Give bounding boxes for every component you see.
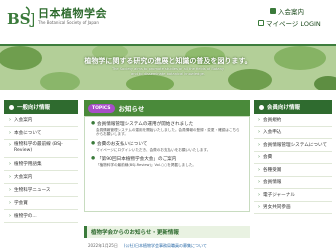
member-item-label: 会員規約 (263, 117, 282, 123)
topics-badge: TOPICS (88, 103, 115, 113)
chevron-right-icon: › (9, 117, 11, 123)
topic-item[interactable]: ● 会員情報管理システムの運用が開始されました (91, 121, 243, 127)
topic-title: 会費のお支払いについて (97, 141, 148, 147)
chevron-right-icon: › (258, 129, 260, 136)
member-item-info[interactable]: › 会員情報 (254, 177, 332, 189)
member-item-fees[interactable]: › 会費 (254, 152, 332, 164)
sidebar-item-more[interactable]: › 植物学の... (4, 210, 78, 223)
member-info-heading: 会員向け情報 (254, 100, 332, 114)
sidebar-item-label: 植物学用語集 (14, 162, 42, 167)
chevron-right-icon: › (258, 116, 260, 123)
member-info-sidebar: 会員向け情報 › 会員規約 › 入会申込 › 会員情報管理システムについて › 会費 ›… (254, 100, 332, 214)
chevron-right-icon: › (258, 191, 260, 198)
chevron-right-icon: › (258, 179, 260, 186)
nav-mypage-label: マイページ LOGIN (266, 20, 321, 28)
bullet-icon: ● (91, 140, 96, 146)
member-item-label: 会費 (263, 155, 273, 161)
hero-banner: 植物学に関する研究の進展と知識の普及を図ります。 The Society aim… (0, 46, 336, 90)
general-info-sidebar: 一般向け情報 › 入会案内 › 本会について › 植物科学の最前線 (BSJ-Revi… (4, 100, 78, 223)
topic-item[interactable]: ● 会費のお支払いについて (91, 141, 243, 147)
topics-list: ● 会員情報管理システムの運用が開始されました 会員情報管理システムの運用を開始い… (84, 116, 250, 212)
chevron-right-icon: › (9, 174, 11, 180)
nav-join[interactable]: 入会案内 (270, 6, 304, 16)
site-subtitle: The Botanical Society of Japan (38, 20, 99, 25)
nav-mypage-login[interactable]: マイページ LOGIN (258, 18, 321, 28)
member-item-apply[interactable]: › 入会申込 (254, 127, 332, 139)
chevron-right-icon: › (9, 200, 11, 206)
news-row[interactable]: 2022年1月25日 (公社)日本植物学会事務局職員の募集について (84, 240, 250, 252)
sidebar-item-about[interactable]: › 本会について (4, 127, 78, 140)
sidebar-item-label: 大会案内 (14, 175, 33, 180)
site-header: BSJ 日本植物学会 The Botanical Society of Japa… (0, 0, 336, 44)
news-heading: 植物学会からのお知らせ・更新情報 (84, 226, 250, 238)
hero-subtitle-2: and to disseminate botanical knowledge. (131, 72, 205, 76)
chevron-right-icon: › (258, 166, 260, 173)
logo-mark-text: BSJ (7, 10, 34, 28)
member-item-prizes[interactable]: › 各種受賞 (254, 164, 332, 177)
news-link[interactable]: (公社)日本植物学会事務局職員の募集について (124, 243, 207, 249)
bsj-logo[interactable]: BSJ (6, 4, 34, 30)
chevron-right-icon: › (258, 204, 260, 211)
topic-item[interactable]: ● 「第90回日本植物学会大会」のご案内 (91, 156, 243, 162)
sidebar-item-glossary[interactable]: › 植物学用語集 (4, 158, 78, 171)
topic-summary: 会員情報管理システムの運用を開始いたしました。会員情報の登録・変更・確認はこちら… (96, 128, 240, 137)
general-info-heading: 一般向け情報 (4, 100, 78, 114)
sidebar-item-join[interactable]: › 入会案内 (4, 114, 78, 127)
bullet-icon (259, 104, 264, 110)
nav-join-label: 入会案内 (278, 8, 304, 16)
chevron-right-icon: › (9, 187, 11, 193)
member-item-label: 男女共同参画 (263, 205, 291, 211)
bullet-icon (9, 104, 14, 110)
chevron-right-icon: › (9, 130, 11, 136)
sidebar-item-bio-news[interactable]: › 生物科学ニュース (4, 184, 78, 197)
hero-title: 植物学に関する研究の進展と知識の普及を図ります。 (84, 57, 252, 65)
member-item-label: 電子ジャーナル (263, 192, 295, 198)
site-title[interactable]: 日本植物学会 (38, 5, 107, 21)
member-item-journal[interactable]: › 電子ジャーナル (254, 189, 332, 202)
sidebar-item-label: 学会賞 (14, 201, 28, 206)
news-date: 2022年1月25日 (88, 243, 118, 248)
sidebar-item-label: 植物科学の最前線 (BSJ-Review) (14, 142, 63, 153)
topic-title: 「第90回日本植物学会大会」のご案内 (97, 157, 177, 163)
member-item-label: 入会申込 (263, 130, 282, 136)
bullet-icon: ● (91, 121, 96, 126)
general-info-heading-label: 一般向け情報 (17, 105, 51, 111)
chevron-right-icon: › (9, 213, 11, 219)
member-icon (270, 8, 276, 14)
topic-title: 会員情報管理システムの運用が開始されました (97, 122, 194, 127)
member-item-system[interactable]: › 会員情報管理システムについて (254, 139, 332, 152)
member-item-rules[interactable]: › 会員規約 (254, 114, 332, 127)
topic-summary: マイページにログインいただき、会費のお支払いをお願いいたします。 (96, 147, 211, 152)
sidebar-item-label: 植物学の... (14, 214, 37, 219)
chevron-right-icon: › (258, 141, 260, 148)
sidebar-item-label: 入会案内 (14, 118, 33, 123)
sidebar-item-bsj-review[interactable]: › 植物科学の最前線 (BSJ-Review) (4, 140, 78, 158)
member-item-label: 各種受賞 (263, 167, 282, 173)
sidebar-item-awards[interactable]: › 学会賞 (4, 197, 78, 210)
hero-subtitle-1: The Society aims to promote studies of a… (111, 67, 225, 71)
topic-summary: 「植物科学の最前線(BSJ-Review)」Vol.○○を掲載しました。 (96, 163, 197, 168)
chevron-right-icon: › (9, 142, 11, 148)
bullet-icon: ● (91, 156, 96, 162)
chevron-right-icon: › (258, 154, 260, 161)
member-item-label: 会員情報管理システムについて (263, 142, 328, 148)
topics-header: TOPICS お知らせ (84, 100, 250, 116)
chevron-right-icon: › (9, 161, 11, 167)
topics-panel: TOPICS お知らせ ● 会員情報管理システムの運用が開始されました 会員情報管… (84, 100, 250, 212)
member-item-label: 会員情報 (263, 180, 282, 186)
sidebar-item-label: 本会について (14, 131, 42, 136)
member-item-equality[interactable]: › 男女共同参画 (254, 202, 332, 214)
sidebar-item-meeting[interactable]: › 大会案内 (4, 171, 78, 184)
member-info-heading-label: 会員向け情報 (267, 105, 301, 111)
lock-icon (258, 20, 264, 26)
topics-title: お知らせ (118, 105, 145, 113)
sidebar-item-label: 生物科学ニュース (14, 188, 51, 193)
